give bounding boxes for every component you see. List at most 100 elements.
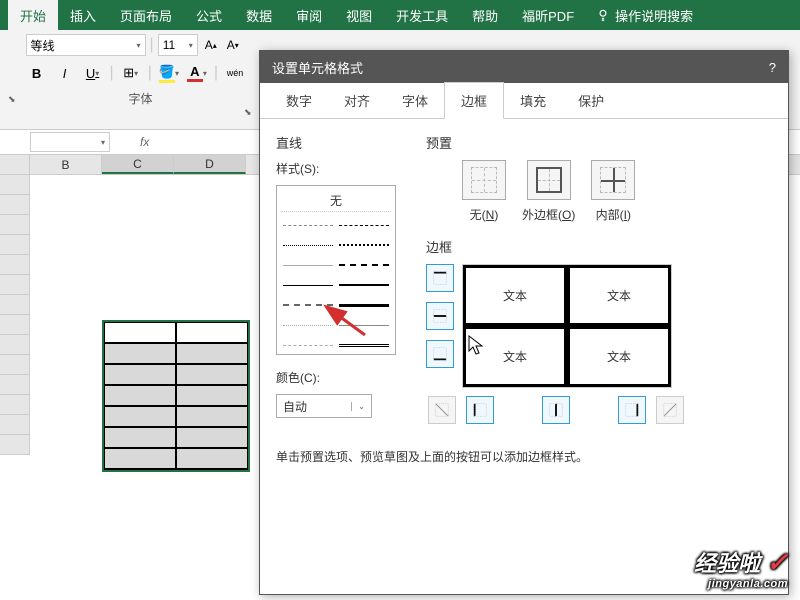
row-header[interactable] (0, 275, 30, 295)
row-header[interactable] (0, 395, 30, 415)
bold-button[interactable]: B (26, 62, 48, 84)
tab-foxit[interactable]: 福昕PDF (510, 0, 586, 30)
preview-cell: 文本 (463, 326, 567, 387)
border-middle-h-button[interactable] (426, 302, 454, 330)
border-diag-up-button[interactable] (656, 396, 684, 424)
dialog-tab-protect[interactable]: 保护 (562, 83, 620, 118)
border-top-button[interactable] (426, 264, 454, 292)
lightbulb-icon (596, 8, 610, 22)
font-name-select[interactable]: 等线▾ (26, 34, 146, 56)
row-header[interactable] (0, 335, 30, 355)
name-box[interactable]: ▾ (30, 132, 110, 152)
row-header[interactable] (0, 175, 30, 195)
cell[interactable] (176, 322, 248, 343)
increase-font-button[interactable]: A▴ (202, 36, 220, 54)
preview-cell: 文本 (567, 326, 671, 387)
italic-button[interactable]: I (54, 62, 76, 84)
line-style-item[interactable] (339, 256, 389, 274)
row-header[interactable] (0, 375, 30, 395)
line-style-item[interactable] (283, 256, 333, 274)
border-button[interactable]: ⊞ ▾ (120, 62, 142, 84)
border-diag-down-button[interactable] (428, 396, 456, 424)
row-header[interactable] (0, 215, 30, 235)
preset-outer[interactable]: 外边框(O) (522, 160, 575, 223)
cell[interactable] (176, 406, 248, 427)
tell-me-search[interactable]: 操作说明搜索 (596, 6, 693, 25)
tab-insert[interactable]: 插入 (58, 0, 108, 30)
row-header[interactable] (0, 415, 30, 435)
dialog-tab-fill[interactable]: 填充 (504, 83, 562, 118)
col-header-b[interactable]: B (30, 155, 102, 174)
preset-none[interactable]: 无(N) (462, 160, 506, 223)
row-header[interactable] (0, 255, 30, 275)
line-style-item[interactable] (339, 336, 389, 354)
cell[interactable] (104, 427, 176, 448)
preset-inner[interactable]: 内部(I) (591, 160, 635, 223)
cell[interactable] (104, 343, 176, 364)
border-middle-v-button[interactable] (542, 396, 570, 424)
line-style-item[interactable] (339, 236, 389, 254)
cell[interactable] (176, 448, 248, 469)
cell[interactable] (104, 448, 176, 469)
cell[interactable] (176, 364, 248, 385)
color-select[interactable]: 自动 ⌄ (276, 394, 372, 418)
line-style-item[interactable] (339, 276, 389, 294)
row-header[interactable] (0, 235, 30, 255)
row-headers (0, 175, 30, 455)
row-header[interactable] (0, 435, 30, 455)
cell[interactable] (176, 385, 248, 406)
border-left-button[interactable] (466, 396, 494, 424)
phonetic-button[interactable]: wén (224, 62, 246, 84)
tab-review[interactable]: 审阅 (284, 0, 334, 30)
underline-button[interactable]: U ▾ (82, 62, 104, 84)
row-header[interactable] (0, 195, 30, 215)
line-style-item[interactable] (339, 316, 389, 334)
tab-view[interactable]: 视图 (334, 0, 384, 30)
dialog-tab-border[interactable]: 边框 (444, 82, 504, 119)
row-header[interactable] (0, 355, 30, 375)
fill-color-button[interactable]: 🪣▾ (158, 62, 180, 84)
col-header-d[interactable]: D (174, 155, 246, 174)
line-style-item[interactable] (283, 236, 333, 254)
dialog-tab-font[interactable]: 字体 (386, 83, 444, 118)
cell[interactable] (104, 385, 176, 406)
dialog-tabs: 数字 对齐 字体 边框 填充 保护 (260, 83, 788, 119)
line-style-none[interactable]: 无 (281, 190, 391, 212)
font-color-button[interactable]: A▾ (186, 62, 208, 84)
tab-formula[interactable]: 公式 (184, 0, 234, 30)
cell[interactable] (104, 364, 176, 385)
font-group: 等线▾ | 11▾ A▴ A▾ B I U ▾ | ⊞ ▾ | 🪣▾ A▾ | … (26, 34, 256, 125)
cell[interactable] (176, 427, 248, 448)
select-all-corner[interactable] (0, 155, 30, 174)
line-style-item[interactable] (339, 216, 389, 234)
small-launcher-icon[interactable]: ⬊ (8, 94, 16, 105)
line-style-item[interactable] (283, 276, 333, 294)
tab-help[interactable]: 帮助 (460, 0, 510, 30)
row-header[interactable] (0, 295, 30, 315)
col-header-c[interactable]: C (102, 155, 174, 174)
cell[interactable] (176, 343, 248, 364)
decrease-font-button[interactable]: A▾ (224, 36, 242, 54)
font-dialog-launcher[interactable]: ⬊ (244, 107, 252, 118)
tab-layout[interactable]: 页面布局 (108, 0, 184, 30)
tab-data[interactable]: 数据 (234, 0, 284, 30)
line-style-item[interactable] (283, 316, 333, 334)
cell[interactable] (104, 322, 176, 343)
tab-developer[interactable]: 开发工具 (384, 0, 460, 30)
line-style-item[interactable] (283, 296, 333, 314)
border-preview[interactable]: 文本 文本 文本 文本 (462, 264, 672, 388)
dialog-tab-align[interactable]: 对齐 (328, 83, 386, 118)
line-style-list[interactable]: 无 (276, 185, 396, 355)
line-style-item[interactable] (283, 336, 333, 354)
line-style-item[interactable] (283, 216, 333, 234)
cell[interactable] (104, 406, 176, 427)
font-size-select[interactable]: 11▾ (158, 34, 198, 56)
line-style-item[interactable] (339, 296, 389, 314)
dialog-tab-number[interactable]: 数字 (270, 83, 328, 118)
border-bottom-button[interactable] (426, 340, 454, 368)
row-header[interactable] (0, 315, 30, 335)
tab-home[interactable]: 开始 (8, 0, 58, 30)
fx-icon[interactable]: fx (140, 135, 149, 149)
border-right-button[interactable] (618, 396, 646, 424)
dialog-help-button[interactable]: ? (769, 60, 776, 75)
